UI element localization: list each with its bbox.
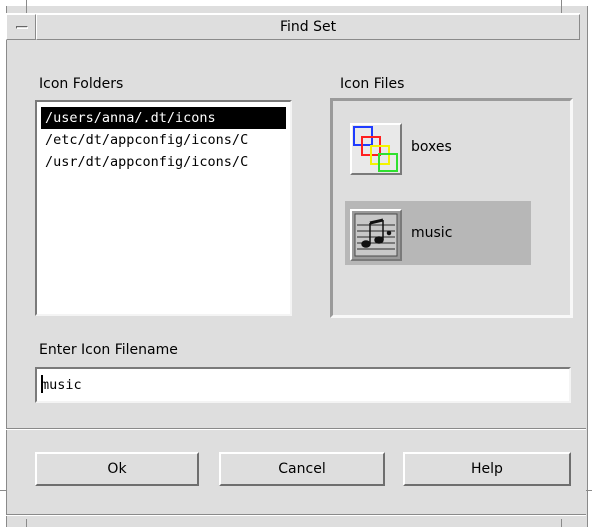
separator [6, 514, 586, 516]
window-menu-button[interactable] [6, 14, 36, 40]
icon-files-label: Icon Files [340, 76, 405, 92]
cancel-button[interactable]: Cancel [219, 452, 385, 486]
file-label: music [411, 225, 453, 241]
boxes-icon [350, 123, 402, 175]
frame-resize-handle[interactable] [586, 490, 592, 491]
file-label: boxes [411, 139, 452, 155]
frame-resize-handle[interactable] [561, 519, 562, 527]
folder-item[interactable]: /usr/dt/appconfig/icons/C [41, 151, 286, 173]
folder-item[interactable]: /users/anna/.dt/icons [41, 107, 286, 129]
file-item-boxes[interactable]: boxes [345, 115, 531, 179]
icon-filename-input[interactable] [35, 367, 571, 403]
text-cursor [41, 375, 43, 393]
separator [6, 428, 586, 430]
icon-folders-list[interactable]: /users/anna/.dt/icons /etc/dt/appconfig/… [35, 100, 292, 316]
music-icon [350, 209, 402, 261]
title-bar[interactable]: Find Set [6, 13, 580, 40]
frame-resize-handle[interactable] [561, 0, 562, 13]
frame-resize-handle[interactable] [26, 0, 27, 13]
frame-resize-handle[interactable] [0, 490, 6, 491]
window-menu-icon [16, 26, 28, 29]
icon-files-panel[interactable]: boxes music [330, 98, 573, 318]
icon-folders-label: Icon Folders [39, 76, 124, 92]
window-title[interactable]: Find Set [36, 14, 580, 40]
help-button[interactable]: Help [403, 452, 571, 486]
enter-icon-filename-label: Enter Icon Filename [39, 342, 178, 358]
ok-button[interactable]: Ok [35, 452, 199, 486]
folder-item[interactable]: /etc/dt/appconfig/icons/C [41, 129, 286, 151]
file-item-music[interactable]: music [345, 201, 531, 265]
frame-resize-handle[interactable] [26, 519, 27, 527]
